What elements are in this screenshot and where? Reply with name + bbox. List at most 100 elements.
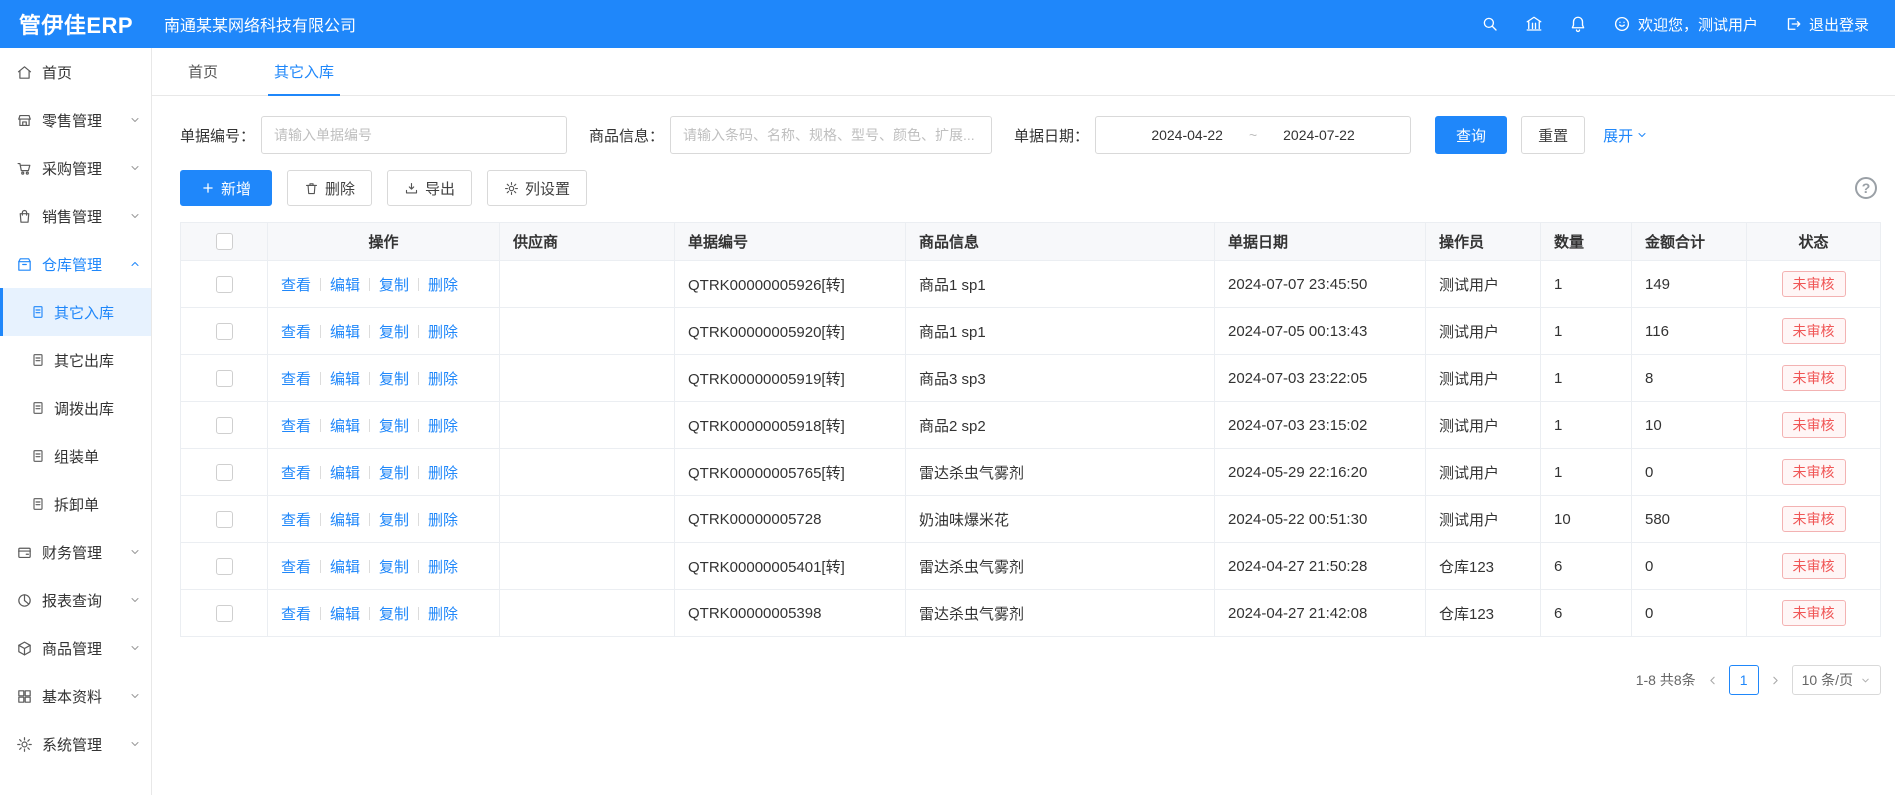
edit-link[interactable]: 编辑 [330,368,360,389]
row-checkbox[interactable] [216,558,233,575]
edit-link[interactable]: 编辑 [330,274,360,295]
tab-home[interactable]: 首页 [182,48,224,95]
reset-button[interactable]: 重置 [1521,116,1585,154]
sidebar-item-sales[interactable]: 销售管理 [0,192,151,240]
delete-link[interactable]: 删除 [428,368,458,389]
delete-link[interactable]: 删除 [428,274,458,295]
next-page-button[interactable] [1769,674,1782,687]
view-link[interactable]: 查看 [281,603,311,624]
status-badge: 未审核 [1782,553,1846,580]
sidebar-item-warehouse[interactable]: 仓库管理 [0,240,151,288]
copy-link[interactable]: 复制 [379,368,409,389]
sidebar-item-other-outbound[interactable]: 其它出库 [0,336,151,384]
date-end-value[interactable]: 2024-07-22 [1283,127,1355,143]
select-all-checkbox[interactable] [216,233,233,250]
sidebar-item-assembly[interactable]: 组装单 [0,432,151,480]
action-separator [320,278,321,291]
sidebar-item-reports[interactable]: 报表查询 [0,576,151,624]
edit-link[interactable]: 编辑 [330,462,360,483]
view-link[interactable]: 查看 [281,462,311,483]
delete-link[interactable]: 删除 [428,415,458,436]
row-checkbox[interactable] [216,323,233,340]
action-separator [418,372,419,385]
sidebar-item-home[interactable]: 首页 [0,48,151,96]
row-checkbox[interactable] [216,276,233,293]
bill-no-cell: QTRK00000005728 [675,496,906,543]
delete-link[interactable]: 删除 [428,321,458,342]
row-checkbox[interactable] [216,417,233,434]
plus-icon [201,181,215,195]
sidebar-item-purchase[interactable]: 采购管理 [0,144,151,192]
bank-icon[interactable] [1525,15,1543,33]
row-checkbox[interactable] [216,605,233,622]
view-link[interactable]: 查看 [281,556,311,577]
search-icon[interactable] [1481,15,1499,33]
sidebar-item-retail[interactable]: 零售管理 [0,96,151,144]
delete-link[interactable]: 删除 [428,603,458,624]
add-button[interactable]: 新增 [180,170,272,206]
date-range-picker[interactable]: 2024-04-22 ~ 2024-07-22 [1095,116,1411,154]
column-settings-button[interactable]: 列设置 [487,170,587,206]
sidebar-item-transfer-outbound[interactable]: 调拨出库 [0,384,151,432]
edit-link[interactable]: 编辑 [330,603,360,624]
app-logo: 管伊佳ERP [0,8,152,40]
edit-link[interactable]: 编辑 [330,321,360,342]
sidebar-item-products[interactable]: 商品管理 [0,624,151,672]
copy-link[interactable]: 复制 [379,603,409,624]
supplier-cell [500,308,675,355]
edit-link[interactable]: 编辑 [330,415,360,436]
product-info-input[interactable] [670,116,992,154]
sidebar-item-finance[interactable]: 财务管理 [0,528,151,576]
row-checkbox[interactable] [216,511,233,528]
date-start-value[interactable]: 2024-04-22 [1151,127,1223,143]
delete-link[interactable]: 删除 [428,462,458,483]
copy-link[interactable]: 复制 [379,274,409,295]
prev-page-button[interactable] [1706,674,1719,687]
row-checkbox[interactable] [216,370,233,387]
copy-link[interactable]: 复制 [379,556,409,577]
action-separator [418,325,419,338]
copy-link[interactable]: 复制 [379,415,409,436]
export-button[interactable]: 导出 [387,170,472,206]
status-badge: 未审核 [1782,459,1846,486]
bill-no-input[interactable] [261,116,567,154]
page-size-select[interactable]: 10 条/页 [1792,665,1881,695]
help-icon[interactable]: ? [1855,177,1877,199]
logout-button[interactable]: 退出登录 [1784,14,1869,35]
copy-link[interactable]: 复制 [379,509,409,530]
view-link[interactable]: 查看 [281,321,311,342]
sidebar-item-disassembly[interactable]: 拆卸单 [0,480,151,528]
search-button[interactable]: 查询 [1435,116,1507,154]
row-checkbox[interactable] [216,464,233,481]
operator-cell: 测试用户 [1426,402,1541,449]
action-separator [418,607,419,620]
action-separator [369,466,370,479]
row-select-cell [181,402,268,449]
view-link[interactable]: 查看 [281,415,311,436]
delete-link[interactable]: 删除 [428,509,458,530]
row-select-cell [181,308,268,355]
sidebar-item-other-inbound[interactable]: 其它入库 [0,288,151,336]
product-cell: 雷达杀虫气雾剂 [906,590,1215,637]
sidebar-item-label: 拆卸单 [54,494,99,515]
expand-filters-link[interactable]: 展开 [1603,125,1648,146]
pie-chart-icon [16,592,33,609]
document-icon [30,496,46,512]
delete-link[interactable]: 删除 [428,556,458,577]
action-separator [320,325,321,338]
view-link[interactable]: 查看 [281,274,311,295]
view-link[interactable]: 查看 [281,368,311,389]
bell-icon[interactable] [1569,15,1587,33]
current-page-button[interactable]: 1 [1729,665,1759,695]
view-link[interactable]: 查看 [281,509,311,530]
status-badge: 未审核 [1782,271,1846,298]
edit-link[interactable]: 编辑 [330,556,360,577]
copy-link[interactable]: 复制 [379,321,409,342]
action-separator [418,513,419,526]
edit-link[interactable]: 编辑 [330,509,360,530]
delete-button[interactable]: 删除 [287,170,372,206]
sidebar-item-basedata[interactable]: 基本资料 [0,672,151,720]
tab-other-inbound[interactable]: 其它入库 [268,48,340,95]
copy-link[interactable]: 复制 [379,462,409,483]
sidebar-item-system[interactable]: 系统管理 [0,720,151,768]
